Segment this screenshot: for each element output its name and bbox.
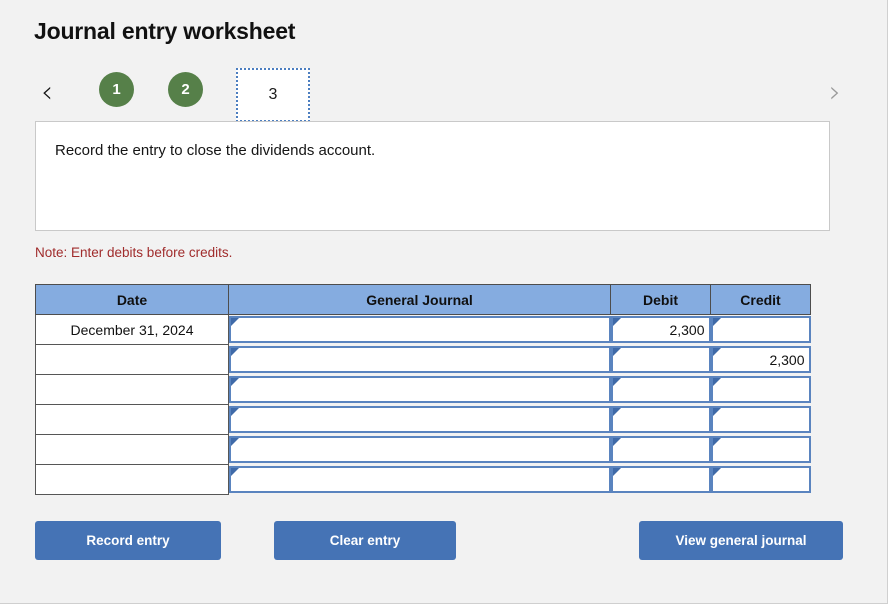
chevron-right-icon[interactable]: › xyxy=(818,76,852,110)
cell-credit xyxy=(710,404,811,435)
table-row xyxy=(35,434,811,465)
debit-input[interactable] xyxy=(610,466,711,493)
step-indicator-1[interactable]: 1 xyxy=(99,72,134,107)
step-indicator-2[interactable]: 2 xyxy=(168,72,203,107)
table-row xyxy=(35,374,811,405)
debits-before-credits-note: Note: Enter debits before credits. xyxy=(35,245,233,260)
general-journal-input[interactable] xyxy=(229,436,611,463)
instruction-panel: Record the entry to close the dividends … xyxy=(35,121,830,231)
page-title: Journal entry worksheet xyxy=(34,18,296,44)
table-row xyxy=(35,404,811,435)
debit-input[interactable] xyxy=(610,376,711,403)
debit-input[interactable] xyxy=(610,406,711,433)
table-row: 2,300 xyxy=(35,344,811,375)
general-journal-input[interactable] xyxy=(229,376,611,403)
cell-debit xyxy=(610,464,711,495)
general-journal-input[interactable] xyxy=(229,346,611,373)
credit-input[interactable] xyxy=(710,466,811,493)
credit-input[interactable] xyxy=(710,376,811,403)
cell-date[interactable] xyxy=(35,344,229,375)
column-header-debit: Debit xyxy=(610,284,711,315)
view-general-journal-button[interactable]: View general journal xyxy=(639,521,843,560)
cell-general-journal xyxy=(228,314,611,345)
clear-entry-button[interactable]: Clear entry xyxy=(274,521,456,560)
general-journal-input[interactable] xyxy=(229,406,611,433)
cell-credit xyxy=(710,464,811,495)
record-entry-button[interactable]: Record entry xyxy=(35,521,221,560)
general-journal-input[interactable] xyxy=(229,466,611,493)
instruction-text: Record the entry to close the dividends … xyxy=(55,142,376,159)
cell-debit xyxy=(610,404,711,435)
cell-credit xyxy=(710,434,811,465)
credit-input[interactable] xyxy=(710,436,811,463)
cell-general-journal xyxy=(228,344,611,375)
debit-input[interactable] xyxy=(610,436,711,463)
cell-debit xyxy=(610,374,711,405)
journal-entry-worksheet: Journal entry worksheet ‹ › 1 2 3 Record… xyxy=(0,0,888,604)
credit-input[interactable] xyxy=(710,316,811,344)
cell-general-journal xyxy=(228,404,611,435)
debit-input[interactable]: 2,300 xyxy=(610,316,711,344)
cell-date[interactable] xyxy=(35,374,229,405)
cell-credit: 2,300 xyxy=(710,344,811,375)
table-header-row: Date General Journal Debit Credit xyxy=(35,284,811,315)
journal-entry-table: Date General Journal Debit Credit Decemb… xyxy=(35,284,811,495)
column-header-general-journal: General Journal xyxy=(228,284,611,315)
credit-input[interactable] xyxy=(710,406,811,433)
table-row xyxy=(35,464,811,495)
chevron-left-icon[interactable]: ‹ xyxy=(30,76,64,110)
cell-date[interactable] xyxy=(35,464,229,495)
table-row: December 31, 2024 2,300 xyxy=(35,314,811,345)
cell-general-journal xyxy=(228,464,611,495)
cell-date[interactable]: December 31, 2024 xyxy=(35,314,229,345)
column-header-date: Date xyxy=(35,284,229,315)
cell-general-journal xyxy=(228,434,611,465)
cell-debit: 2,300 xyxy=(610,314,711,345)
cell-date[interactable] xyxy=(35,434,229,465)
general-journal-input[interactable] xyxy=(229,316,611,344)
cell-credit xyxy=(710,314,811,345)
cell-debit xyxy=(610,434,711,465)
credit-input[interactable]: 2,300 xyxy=(710,346,811,373)
column-header-credit: Credit xyxy=(710,284,811,315)
cell-credit xyxy=(710,374,811,405)
cell-general-journal xyxy=(228,374,611,405)
step-indicator-3[interactable]: 3 xyxy=(236,68,310,122)
cell-date[interactable] xyxy=(35,404,229,435)
debit-input[interactable] xyxy=(610,346,711,373)
cell-debit xyxy=(610,344,711,375)
